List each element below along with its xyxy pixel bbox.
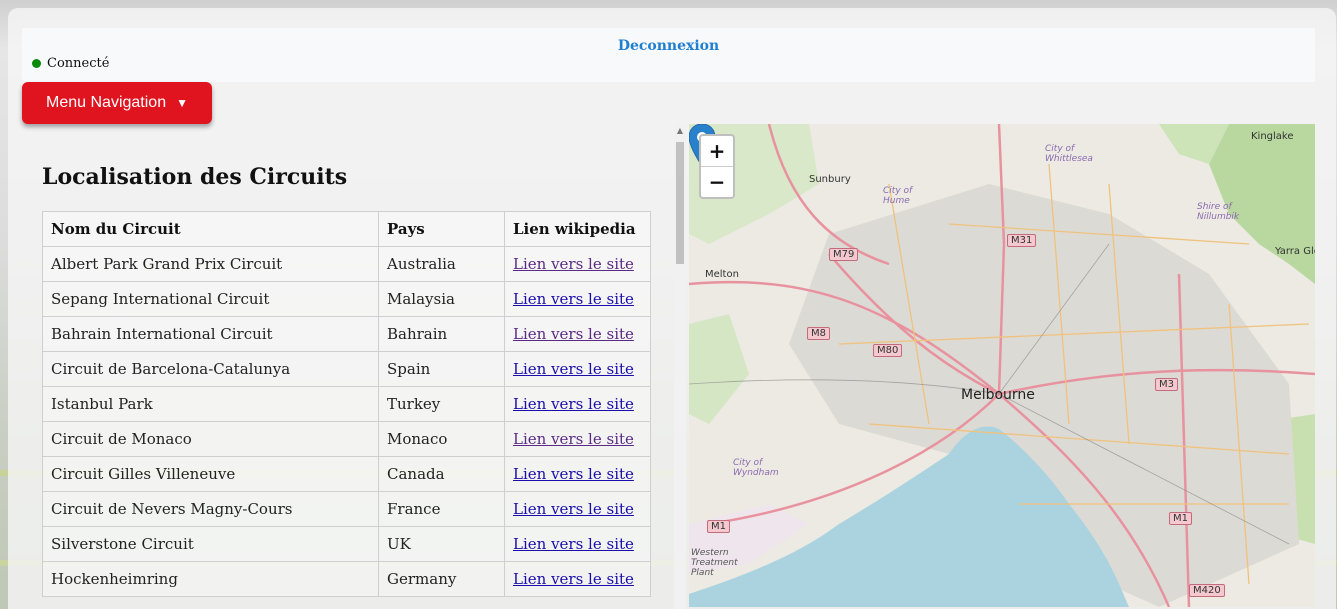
scrollbar[interactable]: ▲: [674, 124, 686, 609]
table-row: Circuit de Barcelona-Catalunya Spain Lien …: [42, 351, 651, 387]
link-cell: Lien vers le site: [504, 491, 651, 527]
chevron-down-icon: ▼: [176, 96, 188, 110]
map-tiles: [689, 124, 1315, 607]
status-dot-icon: [32, 59, 41, 68]
table-row: Albert Park Grand Prix Circuit Australia L…: [42, 246, 651, 282]
link-cell: Lien vers le site: [504, 316, 651, 352]
zoom-out-button[interactable]: −: [701, 166, 733, 197]
wikipedia-link[interactable]: Lien vers le site: [513, 360, 634, 378]
link-cell: Lien vers le site: [504, 526, 651, 562]
country-cell: Malaysia: [378, 281, 505, 317]
road-shield: M31: [1007, 234, 1037, 247]
table-row: Circuit Gilles Villeneuve Canada Lien vers…: [42, 456, 651, 492]
country-cell: Germany: [378, 561, 505, 597]
column-header-country: Pays: [378, 211, 505, 247]
scroll-up-icon[interactable]: ▲: [674, 124, 686, 138]
table-row: Sepang International Circuit Malaysia Lien…: [42, 281, 651, 317]
wikipedia-link[interactable]: Lien vers le site: [513, 255, 634, 273]
table-row: Circuit de Nevers Magny-Cours France Lien …: [42, 491, 651, 527]
link-cell: Lien vers le site: [504, 246, 651, 282]
wikipedia-link[interactable]: Lien vers le site: [513, 465, 634, 483]
country-cell: Canada: [378, 456, 505, 492]
map-label-nillumbik: Shire of Nillumbik: [1197, 202, 1240, 222]
connection-status: Connecté: [32, 56, 109, 71]
wikipedia-link[interactable]: Lien vers le site: [513, 500, 634, 518]
country-cell: UK: [378, 526, 505, 562]
zoom-in-button[interactable]: +: [701, 136, 733, 166]
table-row: Hockenheimring Germany Lien vers le site: [42, 561, 651, 597]
circuits-panel: Localisation des Circuits Nom du Circuit…: [22, 124, 672, 609]
table-row: Bahrain International Circuit Bahrain Lien…: [42, 316, 651, 352]
table-row: Circuit de Monaco Monaco Lien vers le site: [42, 421, 651, 457]
wikipedia-link[interactable]: Lien vers le site: [513, 325, 634, 343]
map-label-melbourne: Melbourne: [961, 387, 1035, 403]
road-shield: M3: [1155, 378, 1178, 391]
page-title: Localisation des Circuits: [42, 164, 348, 190]
wikipedia-link[interactable]: Lien vers le site: [513, 395, 634, 413]
country-cell: Monaco: [378, 421, 505, 457]
link-cell: Lien vers le site: [504, 386, 651, 422]
circuit-name-cell: Silverstone Circuit: [42, 526, 379, 562]
map-label-melton: Melton: [705, 269, 739, 280]
wikipedia-link[interactable]: Lien vers le site: [513, 430, 634, 448]
table-body: Albert Park Grand Prix Circuit Australia L…: [42, 246, 651, 597]
column-header-link: Lien wikipedia: [504, 211, 651, 247]
circuit-name-cell: Circuit Gilles Villeneuve: [42, 456, 379, 492]
road-shield: M8: [807, 327, 830, 340]
road-shield: M79: [829, 248, 859, 261]
map[interactable]: + − Sunbury Melton Kinglake Yarra Gle Ci…: [689, 124, 1315, 607]
status-label: Connecté: [47, 56, 110, 71]
column-header-name: Nom du Circuit: [42, 211, 379, 247]
table-header-row: Nom du Circuit Pays Lien wikipedia: [42, 211, 651, 247]
circuit-name-cell: Circuit de Nevers Magny-Cours: [42, 491, 379, 527]
circuit-name-cell: Circuit de Monaco: [42, 421, 379, 457]
road-shield: M80: [873, 344, 903, 357]
link-cell: Lien vers le site: [504, 561, 651, 597]
wikipedia-link[interactable]: Lien vers le site: [513, 535, 634, 553]
map-label-western: Western Treatment Plant: [691, 548, 738, 578]
table-row: Istanbul Park Turkey Lien vers le site: [42, 386, 651, 422]
zoom-controls: + −: [699, 134, 735, 199]
circuit-name-cell: Albert Park Grand Prix Circuit: [42, 246, 379, 282]
country-cell: Bahrain: [378, 316, 505, 352]
circuit-name-cell: Sepang International Circuit: [42, 281, 379, 317]
country-cell: Australia: [378, 246, 505, 282]
country-cell: Spain: [378, 351, 505, 387]
scroll-thumb[interactable]: [676, 142, 684, 264]
circuit-name-cell: Circuit de Barcelona-Catalunya: [42, 351, 379, 387]
map-label-hume: City of Hume: [883, 186, 913, 206]
top-bar: Deconnexion Connecté: [22, 28, 1315, 82]
map-label-sunbury: Sunbury: [809, 174, 851, 185]
table-row: Silverstone Circuit UK Lien vers le site: [42, 526, 651, 562]
road-shield: M420: [1189, 584, 1225, 597]
link-cell: Lien vers le site: [504, 351, 651, 387]
map-label-yarra: Yarra Gle: [1275, 246, 1315, 257]
circuit-name-cell: Bahrain International Circuit: [42, 316, 379, 352]
road-shield: M1: [707, 520, 730, 533]
link-cell: Lien vers le site: [504, 421, 651, 457]
map-label-whittlesea: City of Whittlesea: [1045, 144, 1093, 164]
circuits-table: Nom du Circuit Pays Lien wikipedia Alber…: [42, 211, 651, 597]
map-label-kinglake: Kinglake: [1251, 131, 1294, 142]
wikipedia-link[interactable]: Lien vers le site: [513, 290, 634, 308]
logout-link[interactable]: Deconnexion: [22, 38, 1315, 54]
country-cell: France: [378, 491, 505, 527]
menu-navigation-button[interactable]: Menu Navigation ▼: [22, 82, 212, 124]
menu-label: Menu Navigation: [46, 94, 167, 111]
circuit-name-cell: Istanbul Park: [42, 386, 379, 422]
map-label-wyndham: City of Wyndham: [733, 458, 779, 478]
road-shield: M1: [1169, 512, 1192, 525]
country-cell: Turkey: [378, 386, 505, 422]
circuit-name-cell: Hockenheimring: [42, 561, 379, 597]
link-cell: Lien vers le site: [504, 281, 651, 317]
link-cell: Lien vers le site: [504, 456, 651, 492]
wikipedia-link[interactable]: Lien vers le site: [513, 570, 634, 588]
